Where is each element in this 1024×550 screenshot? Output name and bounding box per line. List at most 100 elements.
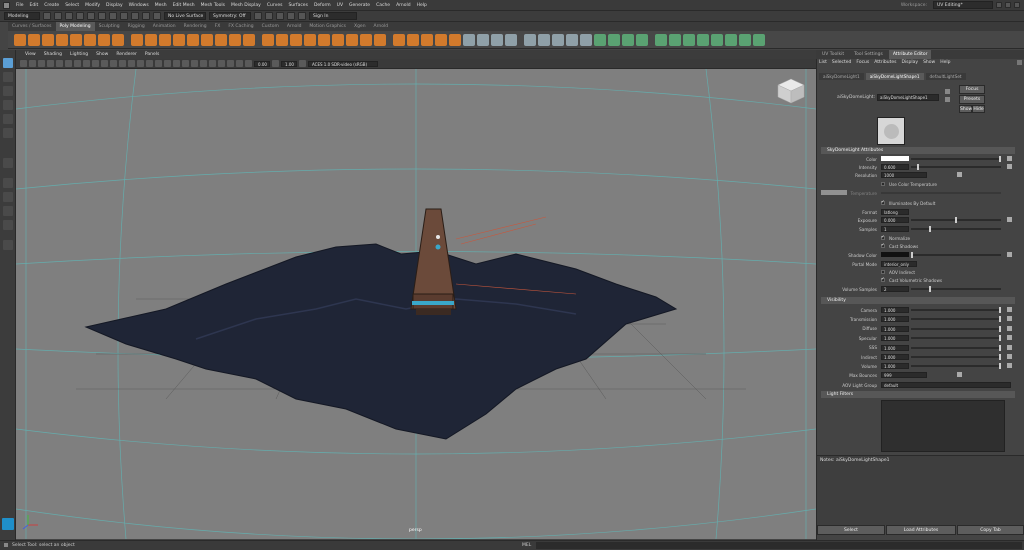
shelf-uv-editor-icon[interactable] <box>435 33 447 46</box>
menu-create[interactable]: Create <box>41 3 62 8</box>
shelf-pivot-icon[interactable] <box>393 33 405 46</box>
vis-specular-field[interactable]: 1.000 <box>881 335 909 342</box>
vis-indirect-slider[interactable] <box>911 356 1001 358</box>
vol-samples-slider-knob[interactable] <box>929 286 931 292</box>
wireframe-on-shaded-icon[interactable] <box>137 60 144 67</box>
ae-menu-display[interactable]: Display <box>901 60 918 65</box>
shelf-blend-icon[interactable] <box>608 33 620 46</box>
shelf-soft-mod-icon[interactable] <box>580 33 592 46</box>
ipr-render-icon[interactable] <box>265 12 273 20</box>
shelf-cluster-icon[interactable] <box>594 33 606 46</box>
menu-file[interactable]: File <box>13 3 27 8</box>
shelf-separate-icon[interactable] <box>215 33 227 46</box>
vis-sss-slider[interactable] <box>911 346 1001 349</box>
panel-tab-attribute-editor[interactable]: Attribute Editor <box>888 50 932 59</box>
shelf-multi-cut-icon[interactable] <box>346 33 358 46</box>
shelf-smooth-icon[interactable] <box>229 33 241 46</box>
shelf-text-icon[interactable] <box>173 33 185 46</box>
select-tool-icon[interactable] <box>3 58 13 68</box>
ae-menu-list[interactable]: List <box>819 60 827 65</box>
load-attributes-button[interactable]: Load Attributes <box>886 525 956 535</box>
shelf-append-icon[interactable] <box>318 33 330 46</box>
shelf-tab-9[interactable]: Arnold <box>283 22 306 31</box>
shelf-shrink-icon[interactable] <box>697 33 709 46</box>
scene-view[interactable] <box>16 69 816 539</box>
vis-camera-slider-knob[interactable] <box>999 307 1001 313</box>
xray-icon[interactable] <box>218 60 225 67</box>
arnold-render-view-icon[interactable] <box>298 12 306 20</box>
hypershade-icon[interactable] <box>287 12 295 20</box>
shadow-color-swatch[interactable] <box>881 252 909 257</box>
color-management-icon[interactable] <box>299 60 306 67</box>
menu-mesh-tools[interactable]: Mesh Tools <box>198 3 228 8</box>
intensity-slider-knob[interactable] <box>917 164 919 170</box>
shelf-unfold-icon[interactable] <box>524 33 536 46</box>
copy-tab-button[interactable]: Copy Tab <box>957 525 1024 535</box>
shelf-cut-uv-icon[interactable] <box>491 33 503 46</box>
single-pane-icon[interactable] <box>3 178 13 188</box>
shadow-color-slider-knob[interactable] <box>911 252 913 258</box>
exposure-slider-knob[interactable] <box>955 217 957 223</box>
select-object-icon[interactable] <box>109 12 117 20</box>
shelf-bevel-icon[interactable] <box>304 33 316 46</box>
sign-in-dropdown[interactable]: Sign In <box>309 12 357 20</box>
notes-area[interactable]: Notes: aiSkyDomeLightShape1 <box>817 455 1024 525</box>
format-dropdown[interactable]: latlong <box>881 209 909 215</box>
scale-tool-icon[interactable] <box>3 128 13 138</box>
ae-arrow-down-icon[interactable] <box>945 97 950 102</box>
ae-menu-focus[interactable]: Focus <box>856 60 869 65</box>
light-filters-list[interactable] <box>881 400 1005 452</box>
terrain-mesh[interactable] <box>84 243 678 440</box>
hide-button[interactable]: Hide <box>972 105 985 113</box>
vis-volume-slider[interactable] <box>911 365 1001 368</box>
open-scene-icon[interactable] <box>54 12 62 20</box>
shelf-mirror-icon[interactable] <box>262 33 274 46</box>
menu-uv[interactable]: UV <box>334 3 346 8</box>
shelf-jiggle-icon[interactable] <box>711 33 723 46</box>
shelf-pose-icon[interactable] <box>753 33 765 46</box>
menu-help[interactable]: Help <box>414 3 430 8</box>
menu-cache[interactable]: Cache <box>373 3 393 8</box>
persp-outliner-icon[interactable] <box>3 220 13 230</box>
section-light-filters[interactable]: Light Filters <box>821 391 1015 398</box>
live-surface-dropdown[interactable]: No Live Surface <box>164 12 206 20</box>
panel-tab-uv-toolkit[interactable]: UV Toolkit <box>818 50 848 59</box>
shelf-tab-2[interactable]: Sculpting <box>95 22 124 31</box>
viewport-menu-view[interactable]: View <box>22 52 39 57</box>
xray-joints-icon[interactable] <box>227 60 234 67</box>
vis-diffuse-map-icon[interactable] <box>1007 325 1012 331</box>
vis-transmission-slider-knob[interactable] <box>999 316 1001 323</box>
cast-shadows-checkbox[interactable] <box>881 242 885 248</box>
shelf-pipe-icon[interactable] <box>131 33 143 46</box>
menu-edit[interactable]: Edit <box>27 3 42 8</box>
vis-volume-map-icon[interactable] <box>1007 363 1012 369</box>
shelf-target-weld-icon[interactable] <box>360 33 372 46</box>
focus-button[interactable]: Focus <box>959 85 985 94</box>
shelf-texture-deform-icon[interactable] <box>655 33 667 46</box>
snap-grid-icon[interactable] <box>131 12 139 20</box>
menu-modify[interactable]: Modify <box>82 3 103 8</box>
illuminates-checkbox[interactable] <box>881 199 885 205</box>
field-chart-icon[interactable] <box>92 60 99 67</box>
shelf-cube-icon[interactable] <box>14 33 26 46</box>
snap-curve-icon[interactable] <box>142 12 150 20</box>
vis-specular-slider-knob[interactable] <box>999 335 1001 342</box>
shelf-quad-draw-icon[interactable] <box>407 33 419 46</box>
shelf-sculpt-deform-icon[interactable] <box>683 33 695 46</box>
shelf-disc-icon[interactable] <box>98 33 110 46</box>
depth-of-field-icon[interactable] <box>200 60 207 67</box>
shelf-lattice-icon[interactable] <box>552 33 564 46</box>
menu-deform[interactable]: Deform <box>311 3 334 8</box>
shelf-layout-icon[interactable] <box>538 33 550 46</box>
menu-generate[interactable]: Generate <box>346 3 373 8</box>
symmetry-dropdown[interactable]: Symmetry: Off <box>209 12 251 20</box>
shadow-color-map-icon[interactable] <box>1007 252 1012 257</box>
four-pane-icon[interactable] <box>3 192 13 202</box>
shelf-merge-icon[interactable] <box>374 33 386 46</box>
minimize-icon[interactable] <box>996 2 1002 8</box>
shelf-tab-12[interactable]: Arnold <box>370 22 393 31</box>
shelf-tab-6[interactable]: FX <box>211 22 225 31</box>
render-settings-icon[interactable] <box>276 12 284 20</box>
shelf-torus-icon[interactable] <box>70 33 82 46</box>
exposure-field[interactable]: 0.000 <box>881 217 909 223</box>
